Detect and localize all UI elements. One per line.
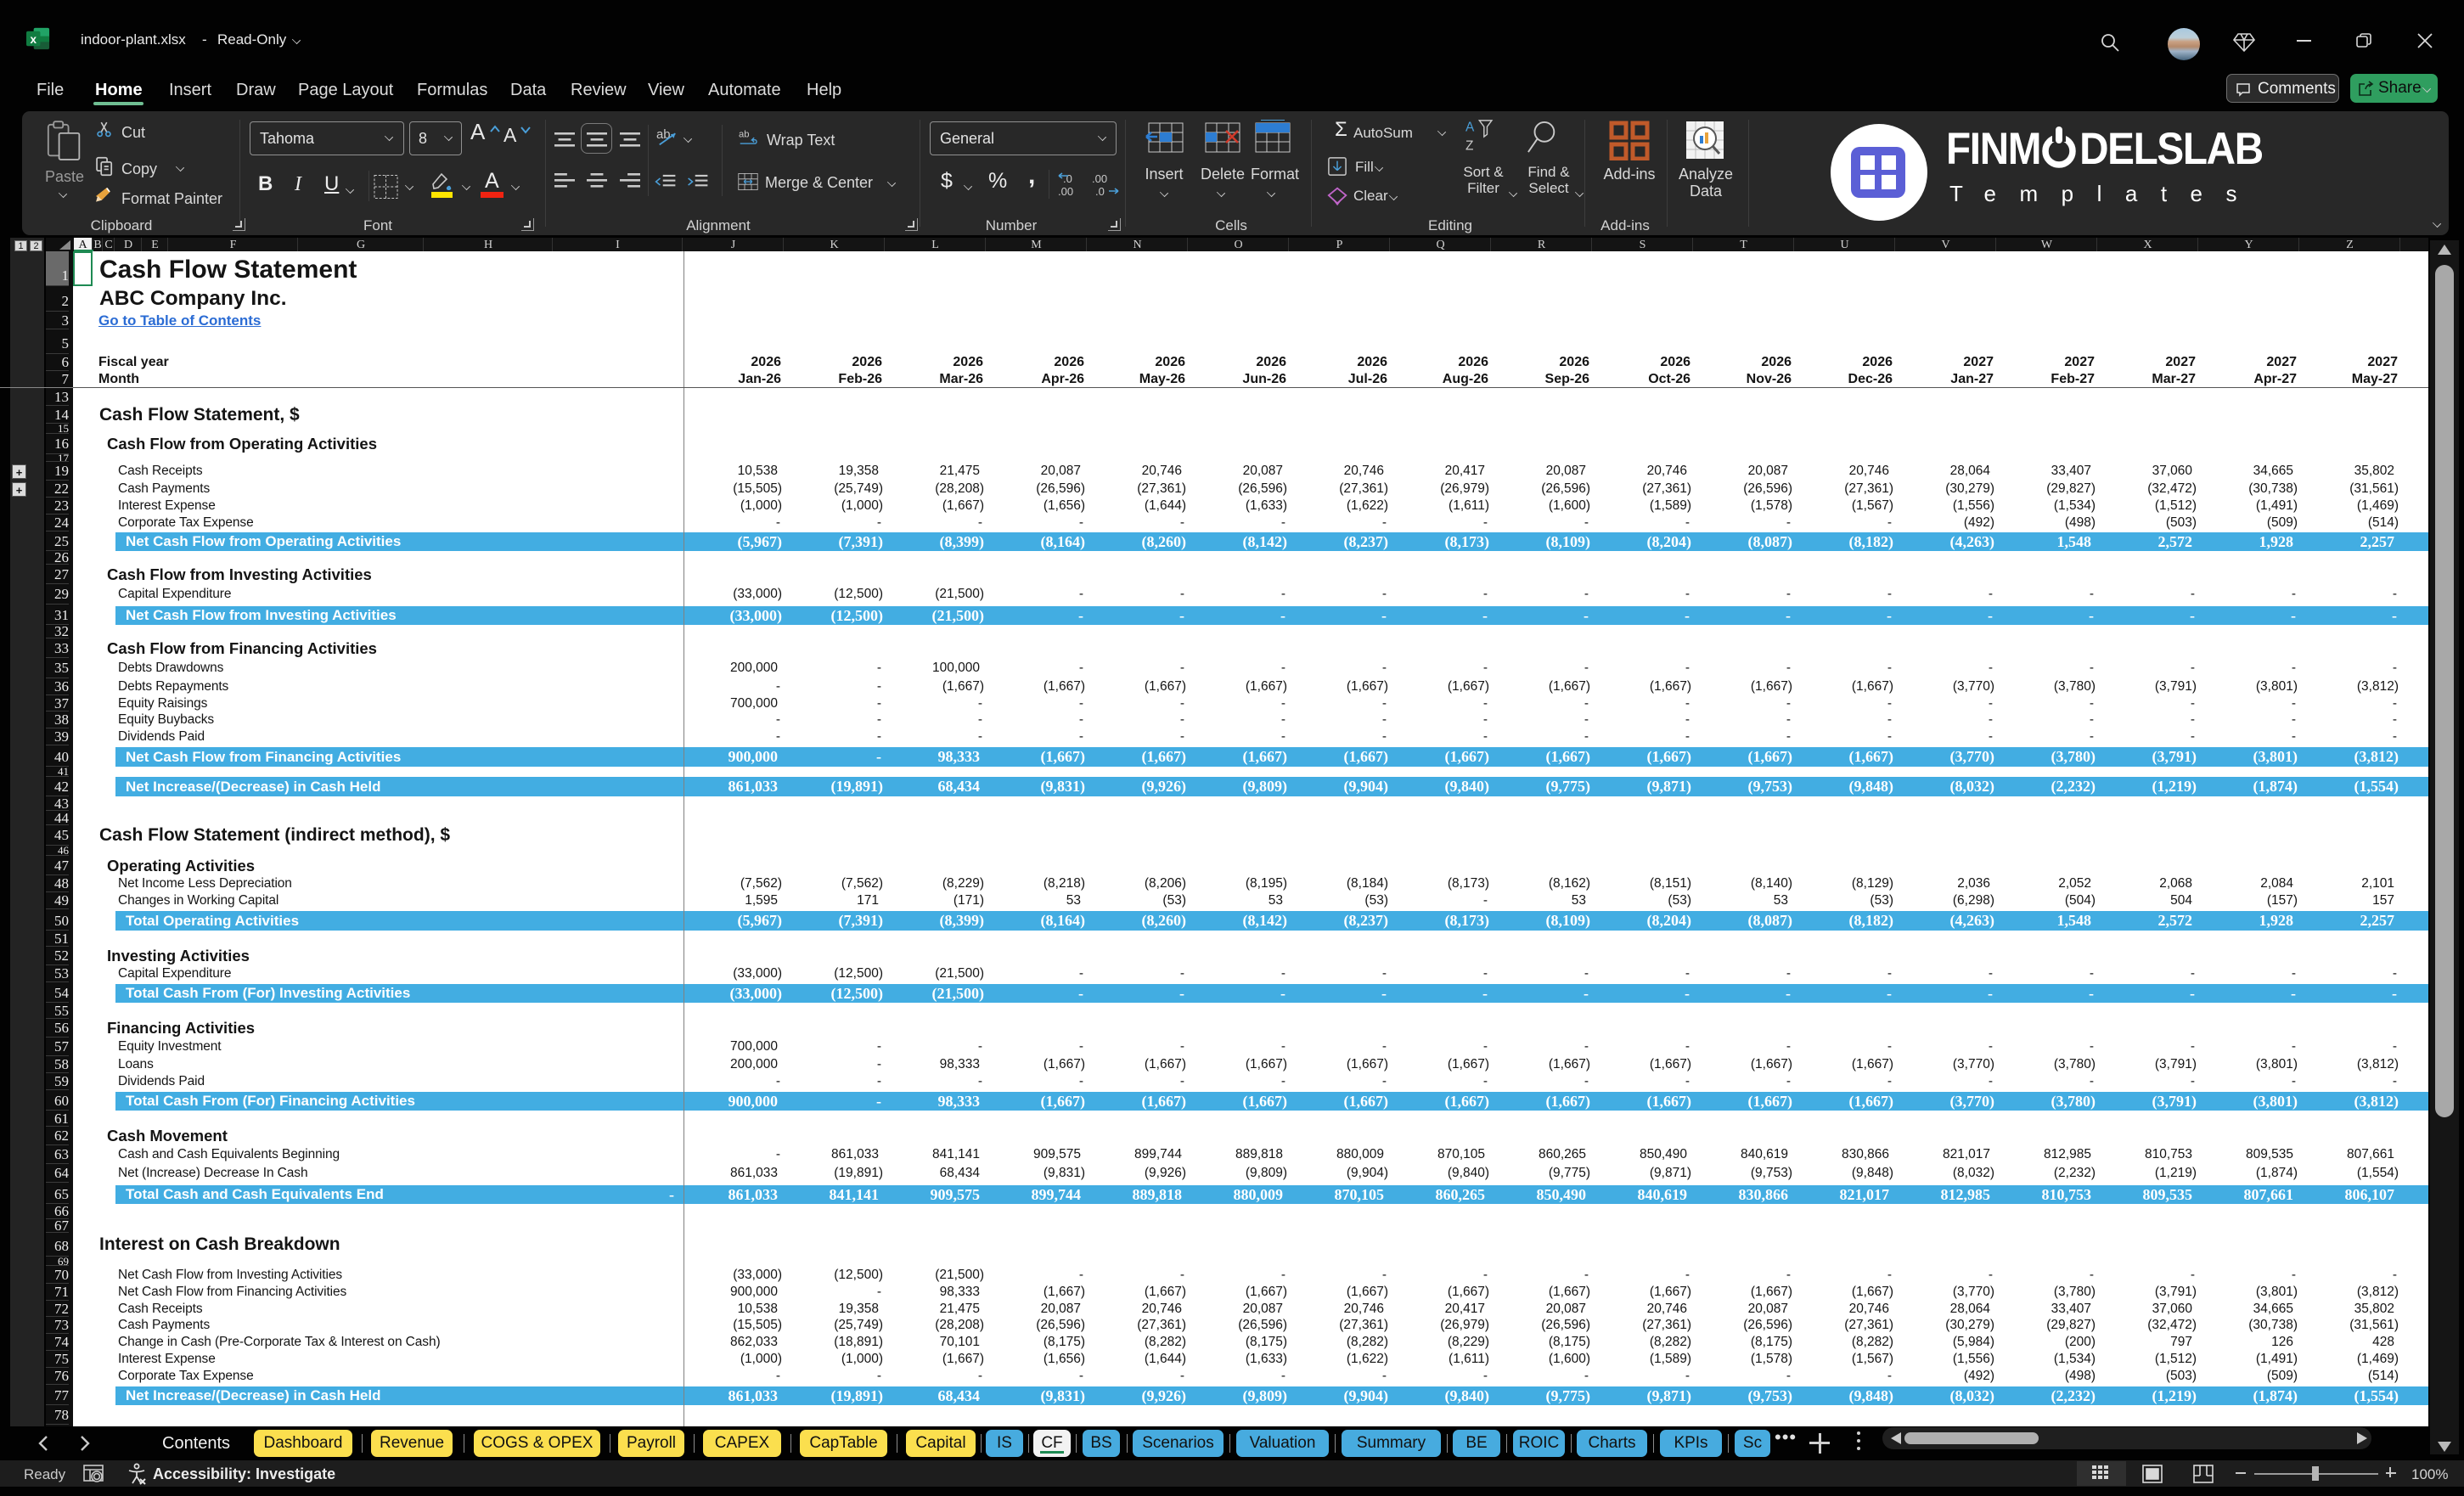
svg-text:Z: Z [1465, 138, 1473, 153]
svg-text:.0: .0 [1095, 185, 1105, 198]
svg-text:ab: ab [739, 129, 750, 139]
svg-text:A: A [1465, 121, 1475, 135]
svg-text:x: x [30, 33, 37, 46]
svg-text:.0: .0 [1063, 172, 1072, 185]
svg-text:ab: ab [656, 127, 671, 142]
svg-text:.00: .00 [1092, 172, 1107, 185]
svg-text:.00: .00 [1058, 185, 1073, 198]
